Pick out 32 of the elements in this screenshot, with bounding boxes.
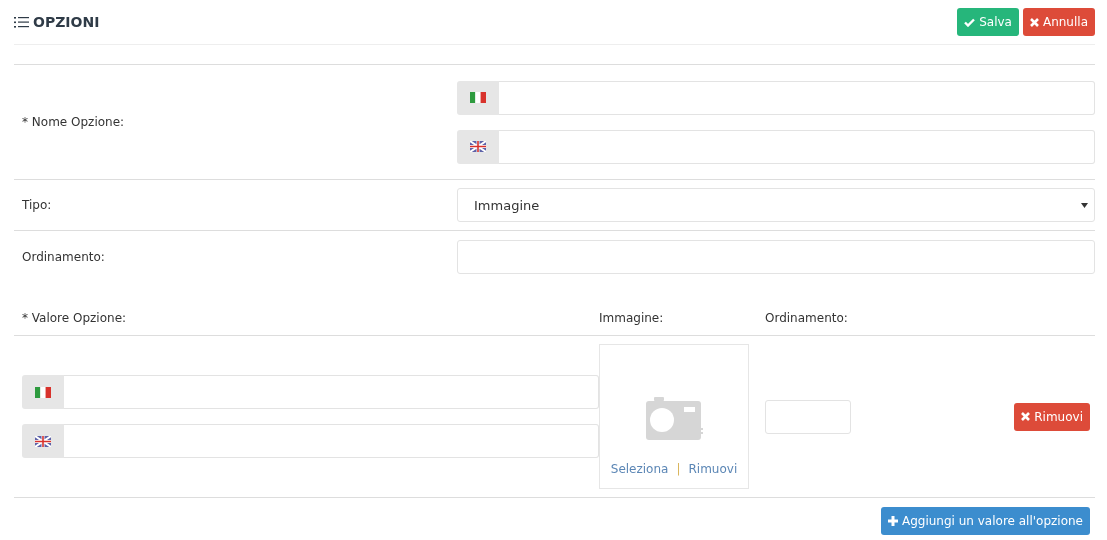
- remove-link[interactable]: Rimuovi: [688, 462, 738, 476]
- text-field[interactable]: [499, 129, 1095, 164]
- order-field[interactable]: [457, 239, 1095, 274]
- close-icon: [1029, 17, 1039, 27]
- field-label: Tipo:: [21, 198, 53, 212]
- list-icon: [14, 16, 29, 28]
- italian-flag-icon: [35, 386, 51, 398]
- close-icon: [1021, 412, 1031, 421]
- column-header: * Valore Opzione:: [21, 310, 128, 325]
- check-icon: [964, 17, 976, 27]
- british-flag-icon: [470, 141, 486, 152]
- cancel-button[interactable]: Annulla: [1022, 8, 1095, 36]
- page-title: OPZIONI: [33, 14, 100, 30]
- plus-icon: [887, 516, 898, 526]
- type-dropdown[interactable]: Immagine: [457, 188, 1095, 222]
- remove-button[interactable]: Rimuovi: [1014, 402, 1090, 431]
- order-field[interactable]: [765, 399, 851, 434]
- italian-flag-icon: [470, 92, 486, 103]
- text-field[interactable]: [64, 424, 599, 458]
- text-field[interactable]: [499, 80, 1095, 115]
- camera-icon: [645, 397, 703, 440]
- column-header: Ordinamento:: [765, 310, 849, 325]
- field-label: Ordinamento:: [21, 249, 106, 264]
- caret-icon: [1081, 202, 1088, 208]
- select-link[interactable]: Seleziona: [610, 462, 669, 476]
- column-header: Immagine:: [599, 310, 665, 325]
- add-value-button[interactable]: Aggiungi un valore all'opzione: [880, 507, 1090, 535]
- save-button[interactable]: Salva: [957, 8, 1019, 36]
- field-label: * Nome Opzione:: [21, 115, 126, 129]
- british-flag-icon: [35, 435, 51, 447]
- link-separator: |: [676, 462, 681, 476]
- text-field[interactable]: [64, 375, 599, 409]
